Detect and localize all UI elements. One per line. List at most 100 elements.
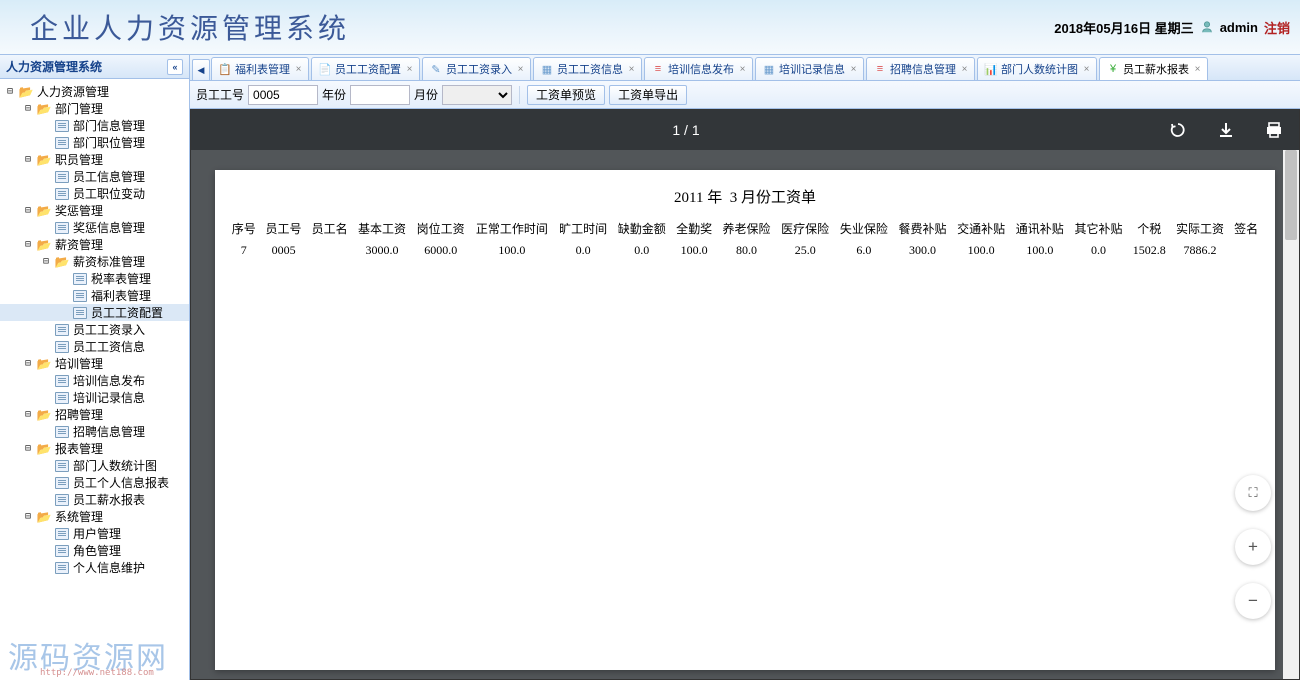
tree-node[interactable]: ⊟职员管理 [0, 151, 189, 168]
tree-toggle-icon[interactable] [40, 545, 52, 557]
tree-node[interactable]: ⊟部门管理 [0, 100, 189, 117]
scroll-thumb[interactable] [1285, 150, 1297, 240]
tab[interactable]: 📄员工工资配置× [311, 57, 420, 80]
tabs-scroll-left[interactable]: ◀ [192, 59, 210, 81]
tree-node[interactable]: 员工职位变动 [0, 185, 189, 202]
close-icon[interactable]: × [293, 64, 304, 75]
tree-toggle-icon[interactable]: ⊟ [22, 409, 34, 421]
tree-node[interactable]: ⊟薪资标准管理 [0, 253, 189, 270]
tree-toggle-icon[interactable] [40, 392, 52, 404]
fit-icon[interactable]: ⛶ [1235, 475, 1271, 511]
close-icon[interactable]: × [515, 64, 526, 75]
close-icon[interactable]: × [848, 64, 859, 75]
tree-toggle-icon[interactable]: ⊟ [22, 103, 34, 115]
tree-toggle-icon[interactable] [40, 171, 52, 183]
close-icon[interactable]: × [737, 64, 748, 75]
tree-toggle-icon[interactable] [58, 273, 70, 285]
tree-node[interactable]: 部门职位管理 [0, 134, 189, 151]
tree-toggle-icon[interactable] [40, 222, 52, 234]
tree-node[interactable]: 员工薪水报表 [0, 491, 189, 508]
preview-button[interactable]: 工资单预览 [527, 85, 605, 105]
tree-node[interactable]: 员工信息管理 [0, 168, 189, 185]
tree-toggle-icon[interactable] [40, 426, 52, 438]
emp-id-input[interactable] [248, 85, 318, 105]
tree-node[interactable]: 员工个人信息报表 [0, 474, 189, 491]
sidebar-collapse-button[interactable]: « [167, 59, 183, 75]
logout-link[interactable]: 注销 [1264, 18, 1290, 37]
tree-toggle-icon[interactable]: ⊟ [40, 256, 52, 268]
rotate-icon[interactable] [1167, 119, 1189, 141]
leaf-icon [72, 289, 88, 303]
month-select[interactable] [442, 85, 512, 105]
tab[interactable]: ▦培训记录信息× [755, 57, 864, 80]
tree-toggle-icon[interactable]: ⊟ [22, 443, 34, 455]
tree-node[interactable]: ⊟人力资源管理 [0, 83, 189, 100]
tab[interactable]: ≡招聘信息管理× [866, 57, 975, 80]
tree-toggle-icon[interactable] [40, 137, 52, 149]
tree-toggle-icon[interactable]: ⊟ [22, 205, 34, 217]
close-icon[interactable]: × [626, 64, 637, 75]
zoom-out-icon[interactable]: − [1235, 583, 1271, 619]
close-icon[interactable]: × [1192, 64, 1203, 75]
print-icon[interactable] [1263, 119, 1285, 141]
tree-node[interactable]: 招聘信息管理 [0, 423, 189, 440]
scrollbar[interactable] [1283, 150, 1299, 679]
tree-toggle-icon[interactable] [40, 528, 52, 540]
tree-toggle-icon[interactable]: ⊟ [22, 239, 34, 251]
tree-toggle-icon[interactable] [40, 375, 52, 387]
tree-toggle-icon[interactable] [40, 460, 52, 472]
tree-toggle-icon[interactable] [40, 324, 52, 336]
year-input[interactable] [350, 85, 410, 105]
tree-node[interactable]: 部门人数统计图 [0, 457, 189, 474]
doc-area[interactable]: 2011 年 3 月份工资单 序号员工号员工名基本工资岗位工资正常工作时间旷工时… [191, 150, 1299, 679]
tree-toggle-icon[interactable]: ⊟ [22, 511, 34, 523]
tab[interactable]: ≡培训信息发布× [644, 57, 753, 80]
tree-node[interactable]: 员工工资信息 [0, 338, 189, 355]
tree-node[interactable]: 税率表管理 [0, 270, 189, 287]
tree-toggle-icon[interactable] [58, 290, 70, 302]
tree-node[interactable]: 员工工资配置 [0, 304, 189, 321]
close-icon[interactable]: × [959, 64, 970, 75]
tab[interactable]: ✎员工工资录入× [422, 57, 531, 80]
tree-node[interactable]: 奖惩信息管理 [0, 219, 189, 236]
tree-node[interactable]: 角色管理 [0, 542, 189, 559]
export-button[interactable]: 工资单导出 [609, 85, 687, 105]
tree-node[interactable]: ⊟系统管理 [0, 508, 189, 525]
tree-node[interactable]: ⊟培训管理 [0, 355, 189, 372]
tree-toggle-icon[interactable] [58, 307, 70, 319]
tree-toggle-icon[interactable] [40, 120, 52, 132]
tree-toggle-icon[interactable]: ⊟ [22, 358, 34, 370]
tree-node[interactable]: 福利表管理 [0, 287, 189, 304]
download-icon[interactable] [1215, 119, 1237, 141]
leaf-icon [54, 340, 70, 354]
close-icon[interactable]: × [404, 64, 415, 75]
tree-toggle-icon[interactable] [40, 341, 52, 353]
tab-icon: 📄 [318, 62, 332, 76]
tree-toggle-icon[interactable] [40, 477, 52, 489]
tree-node[interactable]: ⊟报表管理 [0, 440, 189, 457]
tab[interactable]: ▦员工工资信息× [533, 57, 642, 80]
tree-node[interactable]: ⊟奖惩管理 [0, 202, 189, 219]
tab[interactable]: ¥员工薪水报表× [1099, 57, 1208, 80]
tree-node[interactable]: 员工工资录入 [0, 321, 189, 338]
tree-toggle-icon[interactable] [40, 562, 52, 574]
month-label: 月份 [414, 86, 438, 103]
tab[interactable]: 📊部门人数统计图× [977, 57, 1097, 80]
tab[interactable]: 📋福利表管理× [211, 57, 309, 80]
tree-toggle-icon[interactable] [40, 494, 52, 506]
tree-toggle-icon[interactable] [40, 188, 52, 200]
tree-node[interactable]: 用户管理 [0, 525, 189, 542]
zoom-in-icon[interactable]: + [1235, 529, 1271, 565]
close-icon[interactable]: × [1081, 64, 1092, 75]
tree-toggle-icon[interactable]: ⊟ [4, 86, 16, 98]
cell: 100.0 [470, 240, 554, 261]
tree-node[interactable]: ⊟薪资管理 [0, 236, 189, 253]
tree-node[interactable]: 个人信息维护 [0, 559, 189, 576]
tree-node[interactable]: 培训信息发布 [0, 372, 189, 389]
tree-toggle-icon[interactable]: ⊟ [22, 154, 34, 166]
tree-node[interactable]: ⊟招聘管理 [0, 406, 189, 423]
tree-node[interactable]: 部门信息管理 [0, 117, 189, 134]
tree-node[interactable]: 培训记录信息 [0, 389, 189, 406]
leaf-icon [54, 374, 70, 388]
tree-label: 员工薪水报表 [73, 491, 145, 508]
